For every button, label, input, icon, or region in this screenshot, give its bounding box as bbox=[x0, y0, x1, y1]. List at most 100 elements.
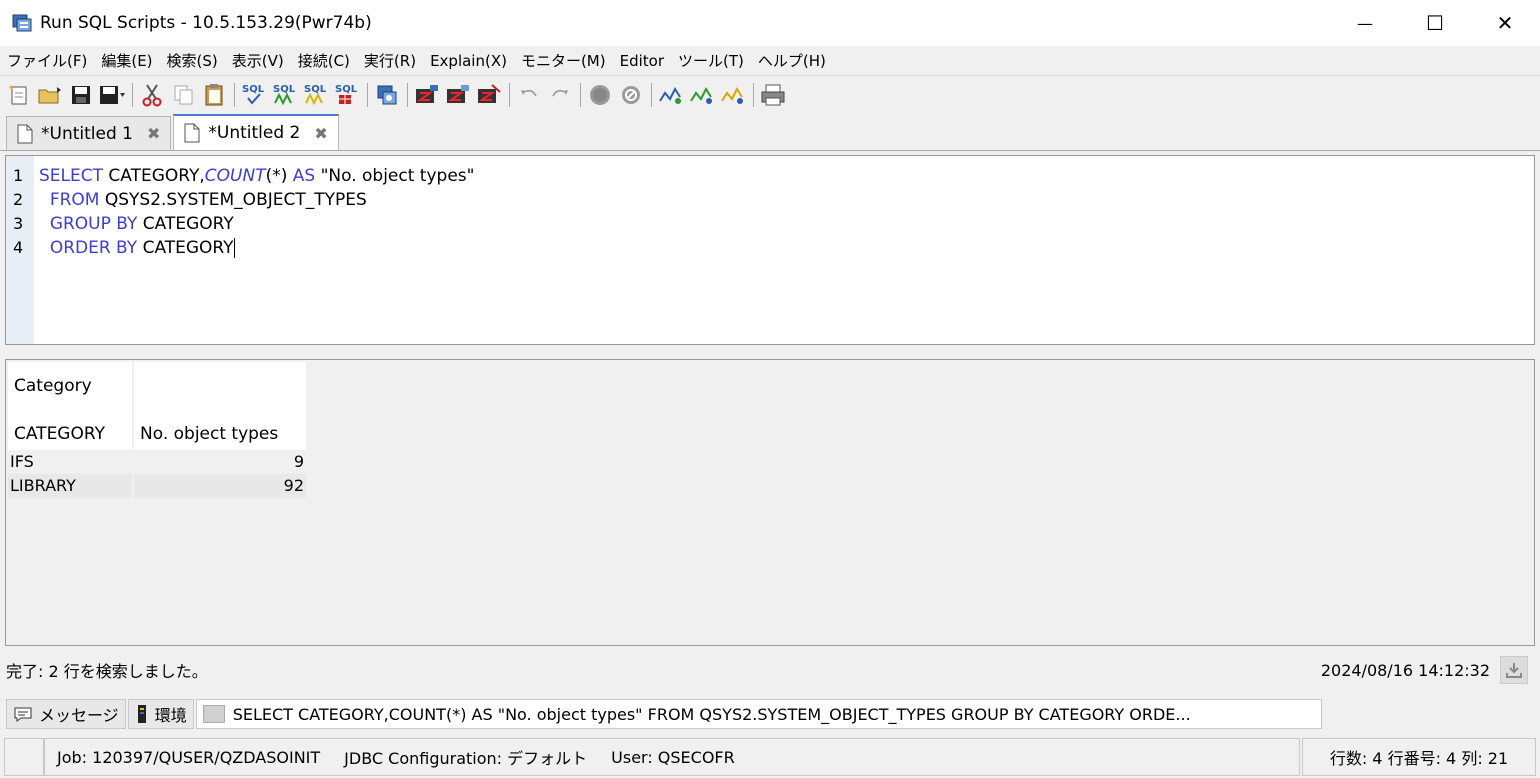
sql-keyword: FROM bbox=[49, 190, 100, 210]
sql-text: "No. object types" bbox=[315, 166, 475, 186]
sql-text: CATEGORY, bbox=[103, 166, 205, 186]
save-icon bbox=[72, 86, 90, 104]
explain-clear-button[interactable] bbox=[474, 80, 504, 110]
status-job: Job: 120397/QUSER/QZDASOINIT bbox=[57, 747, 321, 767]
sql-keyword: ORDER BY bbox=[49, 238, 138, 258]
tab-untitled-1[interactable]: *Untitled 1 ✖ bbox=[6, 116, 172, 150]
download-icon bbox=[1506, 663, 1522, 678]
run-sql-check-button[interactable]: SQL bbox=[239, 80, 269, 110]
toolbar-separator bbox=[651, 83, 652, 107]
run-from-button[interactable]: SQL bbox=[301, 80, 331, 110]
menu-help[interactable]: ヘルプ(H) bbox=[751, 46, 833, 76]
connection-button[interactable] bbox=[372, 80, 402, 110]
print-button[interactable] bbox=[758, 80, 788, 110]
tab-messages[interactable]: メッセージ bbox=[6, 699, 126, 729]
cut-icon bbox=[142, 84, 162, 107]
maximize-icon: ☐ bbox=[1426, 11, 1444, 35]
menu-tools[interactable]: ツール(T) bbox=[671, 46, 751, 76]
column-name: CATEGORY bbox=[14, 424, 105, 444]
status-timestamp: 2024/08/16 14:12:32 bbox=[1320, 660, 1490, 680]
menu-search[interactable]: 検索(S) bbox=[160, 46, 225, 76]
tab-environment[interactable]: 環境 bbox=[127, 699, 194, 729]
menu-editor[interactable]: Editor bbox=[613, 46, 671, 76]
stop-button[interactable] bbox=[585, 80, 615, 110]
visual-explain-icon bbox=[447, 85, 469, 103]
sql-keyword: SELECT bbox=[39, 166, 103, 186]
sql-icon-text: SQL bbox=[273, 84, 296, 95]
sql-editor[interactable]: 1 2 3 4 SELECT CATEGORY,COUNT(*) AS "No.… bbox=[5, 155, 1535, 345]
column-header-object-types[interactable]: No. object types bbox=[134, 362, 306, 450]
line-number: 2 bbox=[13, 190, 24, 209]
maximize-button[interactable]: ☐ bbox=[1400, 0, 1470, 46]
download-button[interactable] bbox=[1500, 656, 1528, 684]
monitor-icon bbox=[659, 86, 681, 104]
status-indicator bbox=[4, 738, 44, 776]
window-title: Run SQL Scripts - 10.5.153.29(Pwr74b) bbox=[40, 13, 372, 33]
menu-explain[interactable]: Explain(X) bbox=[423, 46, 514, 76]
monitor-start-button[interactable] bbox=[687, 80, 717, 110]
sql-function: COUNT bbox=[204, 166, 266, 186]
toolbar: SQL SQL SQL SQL bbox=[0, 77, 1540, 113]
undo-button[interactable] bbox=[514, 80, 544, 110]
code-line: ORDER BY CATEGORY bbox=[39, 236, 474, 260]
cancel-icon bbox=[622, 86, 640, 104]
sql-text: QSYS2.SYSTEM_OBJECT_TYPES bbox=[99, 190, 367, 210]
run-sql-check-icon: SQL bbox=[242, 84, 265, 105]
copy-button[interactable] bbox=[168, 80, 198, 110]
save-button[interactable] bbox=[66, 80, 96, 110]
tab-sql-statement[interactable]: SELECT CATEGORY,COUNT(*) AS "No. object … bbox=[195, 699, 1322, 729]
redo-button[interactable] bbox=[545, 80, 575, 110]
stop-icon bbox=[590, 85, 610, 105]
cut-button[interactable] bbox=[137, 80, 167, 110]
menu-view[interactable]: 表示(V) bbox=[225, 46, 291, 76]
monitor-button[interactable] bbox=[656, 80, 686, 110]
minimize-icon: — bbox=[1357, 13, 1373, 33]
text-caret bbox=[233, 238, 235, 258]
cursor-position: 行数: 4 行番号: 4 列: 21 bbox=[1302, 738, 1536, 776]
tab-label: SELECT CATEGORY,COUNT(*) AS "No. object … bbox=[232, 704, 1191, 724]
table-cell: 9 bbox=[293, 452, 304, 471]
menu-run[interactable]: 実行(R) bbox=[357, 46, 423, 76]
run-selected-icon: SQL bbox=[335, 84, 358, 104]
cancel-button[interactable] bbox=[616, 80, 646, 110]
table-row[interactable]: LIBRARY 92 bbox=[8, 474, 306, 498]
tab-close-icon[interactable]: ✖ bbox=[314, 124, 327, 143]
editor-tabs: *Untitled 1 ✖ *Untitled 2 ✖ bbox=[0, 113, 1540, 151]
run-all-button[interactable]: SQL bbox=[270, 80, 300, 110]
menu-monitor[interactable]: モニター(M) bbox=[514, 46, 613, 76]
monitor-stop-button[interactable] bbox=[718, 80, 748, 110]
table-row[interactable]: IFS 9 bbox=[8, 450, 306, 474]
line-number: 1 bbox=[13, 166, 24, 185]
tab-close-icon[interactable]: ✖ bbox=[147, 124, 160, 143]
document-icon bbox=[184, 123, 200, 143]
sql-text: (*) bbox=[265, 166, 293, 186]
sql-keyword: AS bbox=[292, 166, 316, 186]
tab-untitled-2[interactable]: *Untitled 2 ✖ bbox=[173, 114, 339, 150]
run-selected-button[interactable]: SQL bbox=[332, 80, 362, 110]
menu-file[interactable]: ファイル(F) bbox=[0, 46, 94, 76]
new-button[interactable] bbox=[4, 80, 34, 110]
status-user: User: QSECOFR bbox=[611, 747, 735, 767]
statement-icon bbox=[202, 705, 225, 723]
close-button[interactable]: ✕ bbox=[1470, 0, 1540, 46]
code-area[interactable]: SELECT CATEGORY,COUNT(*) AS "No. object … bbox=[34, 156, 474, 344]
menu-bar: ファイル(F) 編集(E) 検索(S) 表示(V) 接続(C) 実行(R) Ex… bbox=[0, 46, 1540, 76]
connection-icon bbox=[377, 85, 397, 105]
print-icon bbox=[761, 84, 785, 106]
minimize-button[interactable]: — bbox=[1330, 0, 1400, 46]
save-as-button[interactable] bbox=[97, 80, 127, 110]
menu-edit[interactable]: 編集(E) bbox=[94, 46, 159, 76]
document-icon bbox=[17, 124, 33, 143]
column-header-category[interactable]: Category CATEGORY bbox=[8, 362, 132, 450]
visual-explain-button[interactable] bbox=[443, 80, 473, 110]
copy-icon bbox=[174, 85, 193, 105]
status-bar: Job: 120397/QUSER/QZDASOINIT JDBC Config… bbox=[0, 736, 1540, 778]
explain-button[interactable] bbox=[412, 80, 442, 110]
menu-connection[interactable]: 接続(C) bbox=[291, 46, 357, 76]
paste-button[interactable] bbox=[199, 80, 229, 110]
toolbar-separator bbox=[234, 83, 235, 107]
app-icon bbox=[12, 14, 32, 32]
open-button[interactable] bbox=[35, 80, 65, 110]
